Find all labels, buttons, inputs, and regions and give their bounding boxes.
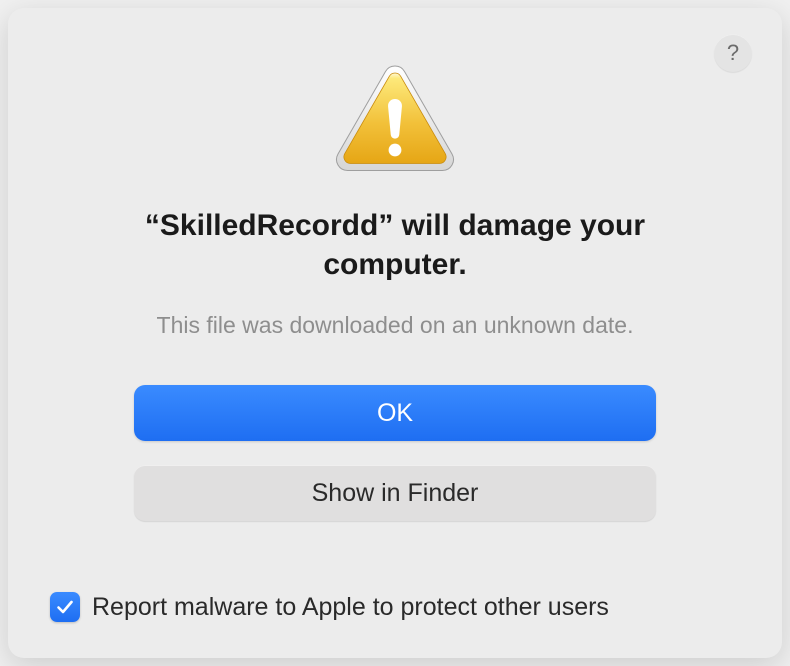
dialog-subtext: This file was downloaded on an unknown d… (157, 312, 634, 339)
warning-icon (331, 62, 459, 178)
report-checkbox[interactable] (50, 592, 80, 622)
dialog-headline: “SkilledRecordd” will damage your comput… (80, 206, 710, 284)
alert-dialog: ? “SkilledRecordd” will damage yo (8, 8, 782, 658)
ok-button[interactable]: OK (134, 385, 656, 441)
help-button[interactable]: ? (714, 34, 752, 72)
report-checkbox-label: Report malware to Apple to protect other… (92, 593, 609, 622)
show-in-finder-button[interactable]: Show in Finder (134, 465, 656, 521)
checkmark-icon (55, 597, 75, 617)
report-checkbox-row: Report malware to Apple to protect other… (50, 592, 609, 622)
help-icon: ? (727, 40, 739, 66)
button-group: OK Show in Finder (134, 385, 656, 521)
